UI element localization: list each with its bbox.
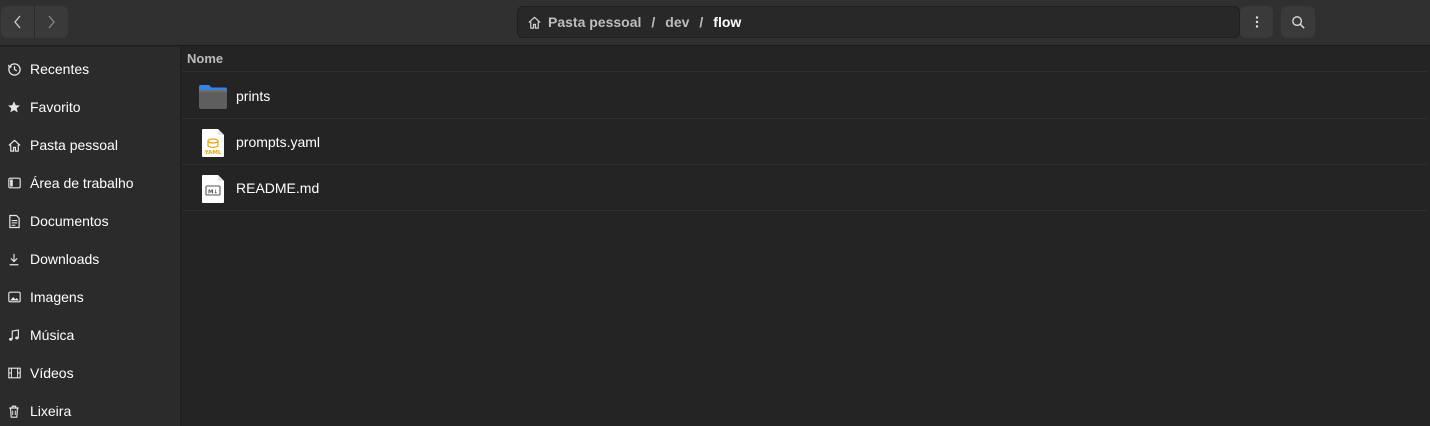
sidebar-item-musica[interactable]: Música	[0, 316, 180, 354]
search-button[interactable]	[1281, 6, 1315, 38]
sidebar-item-label: Favorito	[30, 99, 81, 115]
image-icon	[6, 289, 22, 305]
file-row[interactable]: YAML prompts.yaml	[182, 119, 1427, 165]
back-button[interactable]	[1, 6, 34, 38]
sidebar-item-lixeira[interactable]: Lixeira	[0, 392, 180, 426]
breadcrumb-flow[interactable]: flow	[713, 14, 741, 30]
header-bar: Pasta pessoal / dev / flow	[0, 0, 1430, 46]
breadcrumb-separator: /	[699, 14, 704, 30]
download-icon	[6, 251, 22, 267]
yaml-file-icon: YAML	[197, 127, 229, 159]
sidebar-item-label: Imagens	[30, 289, 84, 305]
sidebar-item-label: Documentos	[30, 213, 109, 229]
file-list: Nome prints YAML prompts.yaml M↓ README.…	[182, 47, 1430, 426]
home-icon	[6, 137, 22, 153]
file-row[interactable]: prints	[182, 73, 1427, 119]
file-name: README.md	[236, 179, 320, 196]
trash-icon	[6, 403, 22, 419]
breadcrumb-separator: /	[651, 14, 656, 30]
sidebar-item-label: Vídeos	[30, 365, 74, 381]
sidebar-item-label: Pasta pessoal	[30, 137, 118, 153]
chevron-right-icon	[48, 15, 55, 29]
sidebar-item-downloads[interactable]: Downloads	[0, 240, 180, 278]
sidebar-item-label: Recentes	[30, 61, 90, 77]
sidebar-item-imagens[interactable]: Imagens	[0, 278, 180, 316]
sidebar-item-label: Área de trabalho	[30, 175, 134, 191]
document-icon	[6, 213, 22, 229]
path-bar: Pasta pessoal / dev / flow	[517, 6, 1240, 38]
sidebar-item-documentos[interactable]: Documentos	[0, 202, 180, 240]
sidebar-item-label: Música	[30, 327, 75, 343]
column-header-name[interactable]: Nome	[182, 47, 1427, 72]
sidebar-item-label: Downloads	[30, 251, 100, 267]
sidebar: Recentes Favorito Pasta pessoal Área de …	[0, 47, 181, 426]
search-icon	[1291, 15, 1305, 29]
sidebar-item-recentes[interactable]: Recentes	[0, 50, 180, 88]
sidebar-item-favorito[interactable]: Favorito	[0, 88, 180, 126]
file-name: prompts.yaml	[236, 133, 321, 150]
folder-icon	[197, 81, 229, 113]
file-row[interactable]: M↓ README.md	[182, 165, 1427, 211]
chevron-left-icon	[13, 15, 20, 29]
video-icon	[6, 365, 22, 381]
svg-text:M↓: M↓	[208, 188, 218, 195]
sidebar-item-area-de-trabalho[interactable]: Área de trabalho	[0, 164, 180, 202]
music-icon	[6, 327, 22, 343]
folder-menu-button[interactable]	[1240, 6, 1273, 38]
navigation-buttons	[1, 6, 68, 38]
breadcrumb-home[interactable]: Pasta pessoal	[548, 14, 641, 30]
desktop-icon	[6, 175, 22, 191]
vertical-dots-icon	[1255, 16, 1258, 28]
star-icon	[6, 99, 22, 115]
breadcrumb-dev[interactable]: dev	[665, 14, 689, 30]
sidebar-item-pasta-pessoal[interactable]: Pasta pessoal	[0, 126, 180, 164]
markdown-file-icon: M↓	[197, 173, 229, 205]
sidebar-item-videos[interactable]: Vídeos	[0, 354, 180, 392]
clock-icon	[6, 61, 22, 77]
sidebar-item-label: Lixeira	[30, 403, 72, 419]
forward-button[interactable]	[34, 6, 67, 38]
svg-text:YAML: YAML	[204, 150, 222, 156]
file-name: prints	[236, 87, 271, 104]
file-manager-window: Pasta pessoal / dev / flow Recentes Favo…	[0, 0, 1430, 426]
home-icon[interactable]	[527, 15, 542, 30]
